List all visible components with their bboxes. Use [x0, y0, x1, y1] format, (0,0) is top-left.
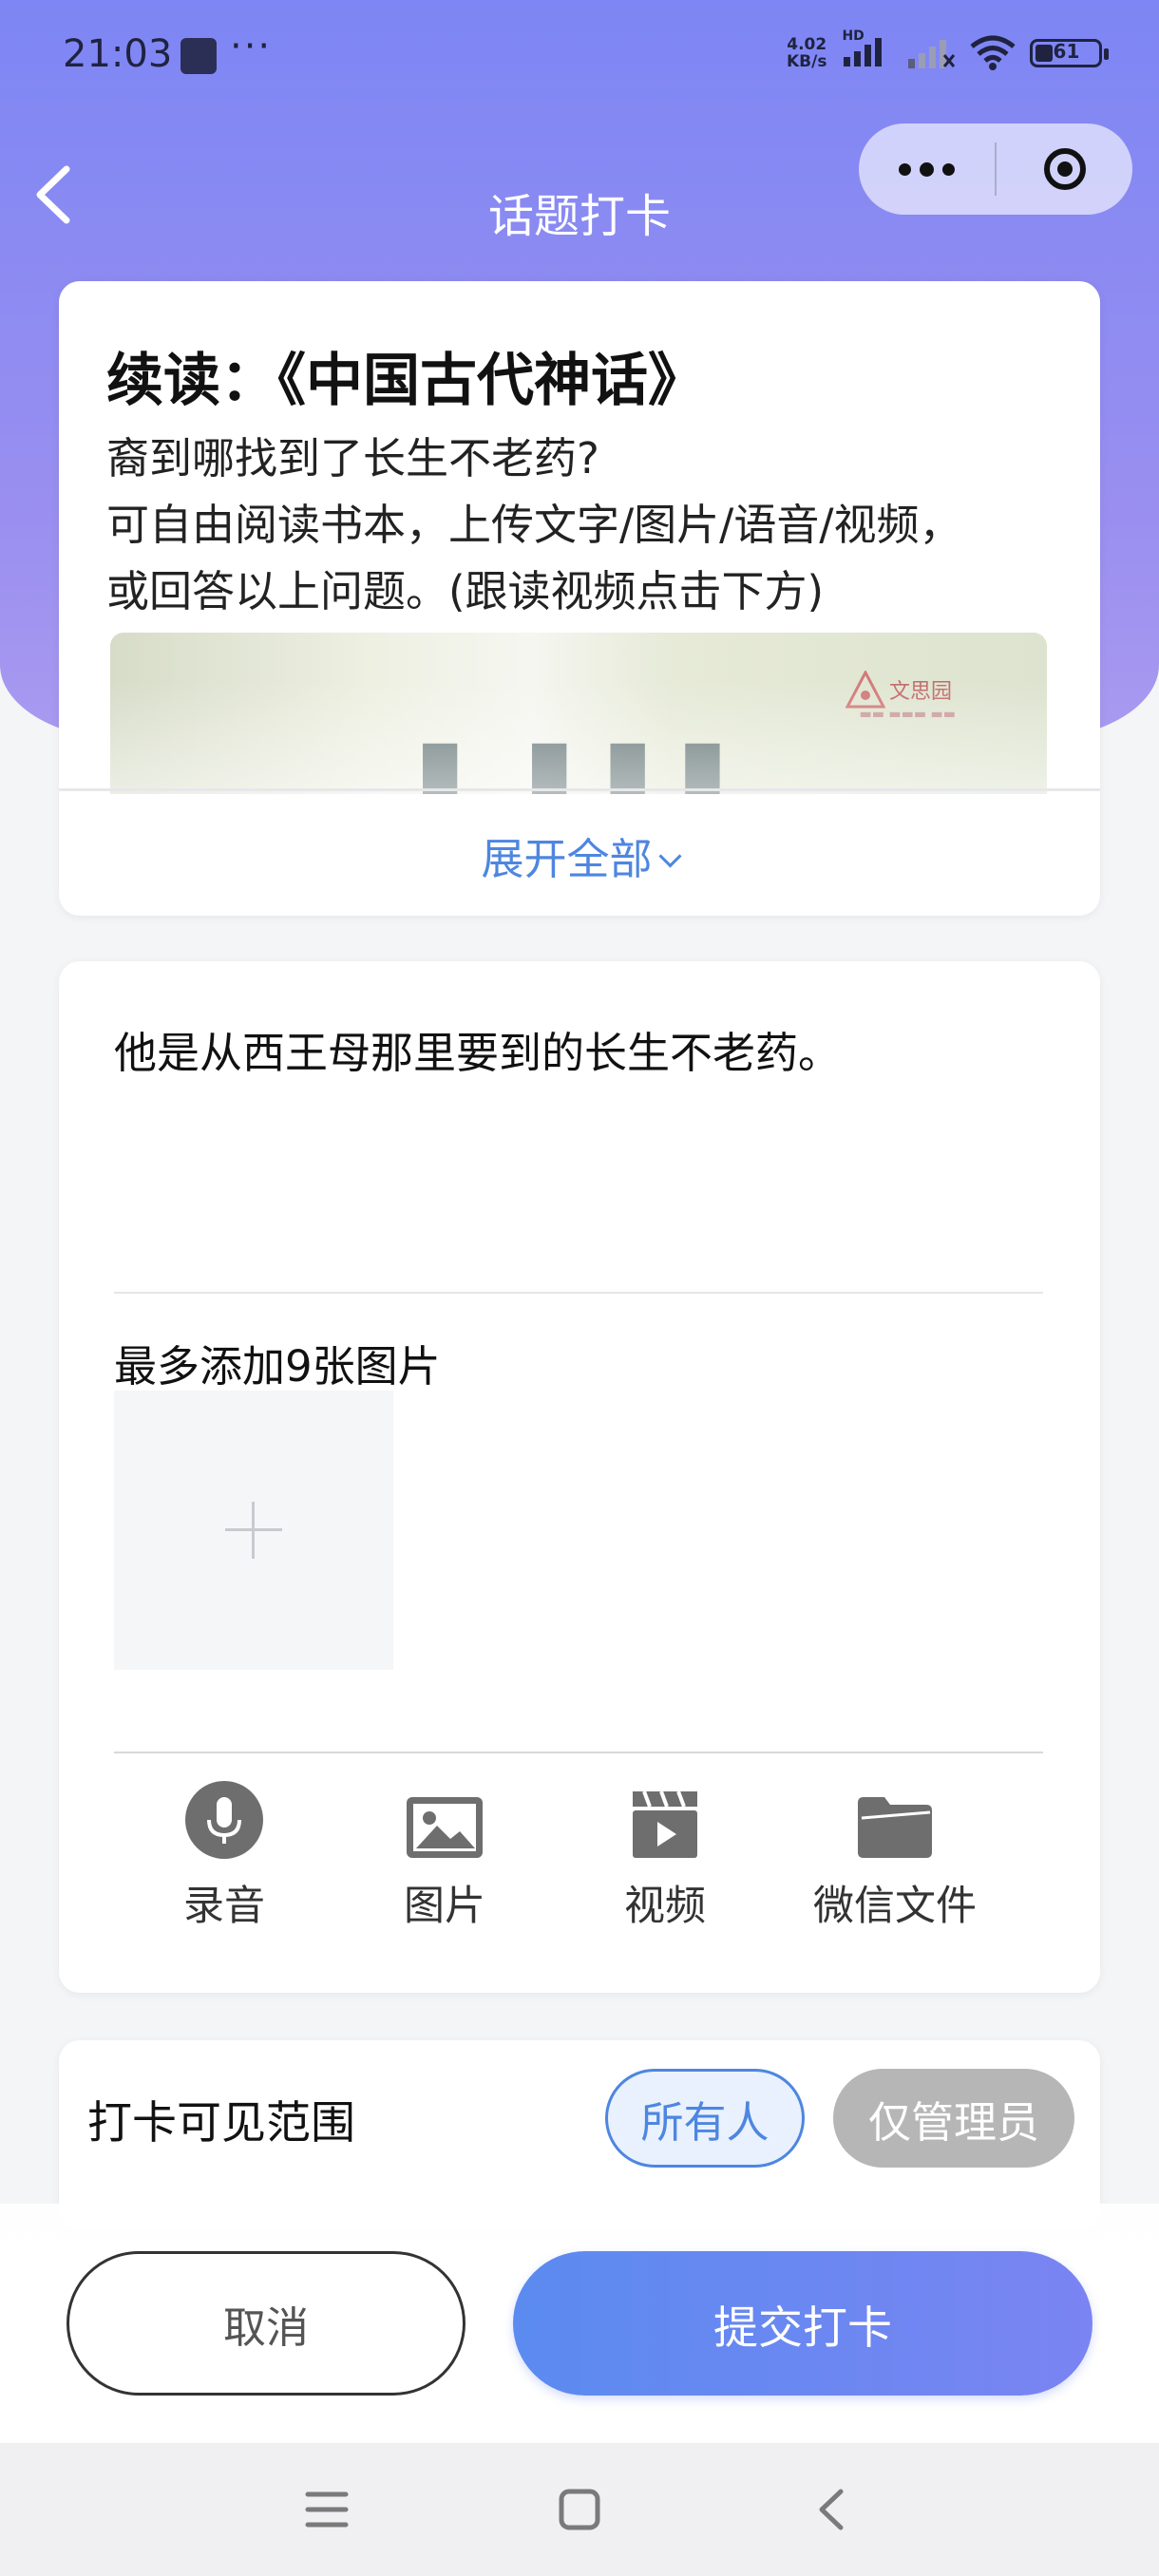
record-audio-button[interactable]: 录音: [139, 1780, 310, 1932]
target-icon: [1043, 148, 1086, 190]
battery-icon: 61: [1030, 39, 1110, 67]
topic-description-line: 或回答以上问题。(跟读视频点击下方): [106, 566, 825, 616]
wechat-file-button[interactable]: 微信文件: [809, 1780, 980, 1932]
chevron-down-icon: [657, 844, 682, 868]
expand-all-button[interactable]: 展开全部: [59, 824, 1100, 886]
visibility-option-everyone[interactable]: 所有人: [605, 2069, 805, 2168]
divider: [114, 1752, 1043, 1753]
visibility-card: 打卡可见范围 所有人 仅管理员: [59, 2040, 1100, 2230]
signal-weak-icon: [908, 40, 956, 68]
image-icon: [407, 1797, 483, 1858]
tool-label: 图片: [404, 1883, 485, 1930]
topic-card: 续读：《中国古代神话》 裔到哪找到了长生不老药? 可自由阅读书本，上传文字/图片…: [59, 281, 1100, 916]
content-fade: [59, 680, 1100, 804]
network-speed: 4.02 KB/s: [787, 35, 827, 71]
tool-label: 微信文件: [813, 1883, 977, 1930]
system-navigation-bar: [0, 2443, 1159, 2576]
divider: [59, 788, 1100, 791]
visibility-option-admins[interactable]: 仅管理员: [833, 2069, 1074, 2168]
post-editor-card: 他是从西王母那里要到的长生不老药。 最多添加9张图片 录音 图片 视频 微信文件: [59, 961, 1100, 1993]
divider: [114, 1292, 1043, 1294]
home-button[interactable]: [537, 2472, 622, 2548]
visibility-label: 打卡可见范围: [87, 2097, 355, 2150]
image-limit-hint: 最多添加9张图片: [114, 1341, 441, 1392]
menu-icon: [305, 2491, 349, 2528]
wifi-icon: [970, 35, 1016, 70]
topic-description-line: 裔到哪找到了长生不老药?: [106, 433, 599, 483]
status-indicators: 4.02 KB/s HD 61: [787, 28, 1110, 72]
more-options-button[interactable]: [859, 123, 995, 215]
close-miniprogram-button[interactable]: [997, 123, 1132, 215]
cancel-button[interactable]: 取消: [66, 2251, 466, 2396]
chevron-left-icon: [819, 2489, 844, 2530]
topic-description: 裔到哪找到了长生不老药? 可自由阅读书本，上传文字/图片/语音/视频， 或回答以…: [106, 426, 962, 625]
status-more-dots: ···: [230, 25, 273, 68]
recent-apps-button[interactable]: [284, 2472, 370, 2548]
add-video-button[interactable]: 视频: [580, 1780, 750, 1932]
folder-icon: [858, 1797, 932, 1858]
miniprogram-capsule: [859, 123, 1132, 215]
system-back-button[interactable]: [788, 2472, 874, 2548]
submit-checkin-button[interactable]: 提交打卡: [513, 2251, 1092, 2396]
topic-description-line: 可自由阅读书本，上传文字/图片/语音/视频，: [106, 500, 962, 550]
microphone-icon: [185, 1781, 263, 1859]
post-text-input[interactable]: 他是从西王母那里要到的长生不老药。: [114, 1018, 841, 1080]
add-image-button[interactable]: [114, 1391, 393, 1670]
square-icon: [559, 2489, 600, 2530]
status-time: 21:03: [63, 32, 173, 76]
topic-title: 续读：《中国古代神话》: [106, 348, 705, 414]
tool-label: 录音: [183, 1883, 265, 1930]
add-picture-button[interactable]: 图片: [359, 1780, 530, 1932]
signal-icon: HD: [840, 28, 893, 72]
tool-label: 视频: [624, 1883, 706, 1930]
video-icon: [633, 1790, 697, 1858]
notification-app-icon: [180, 38, 217, 74]
